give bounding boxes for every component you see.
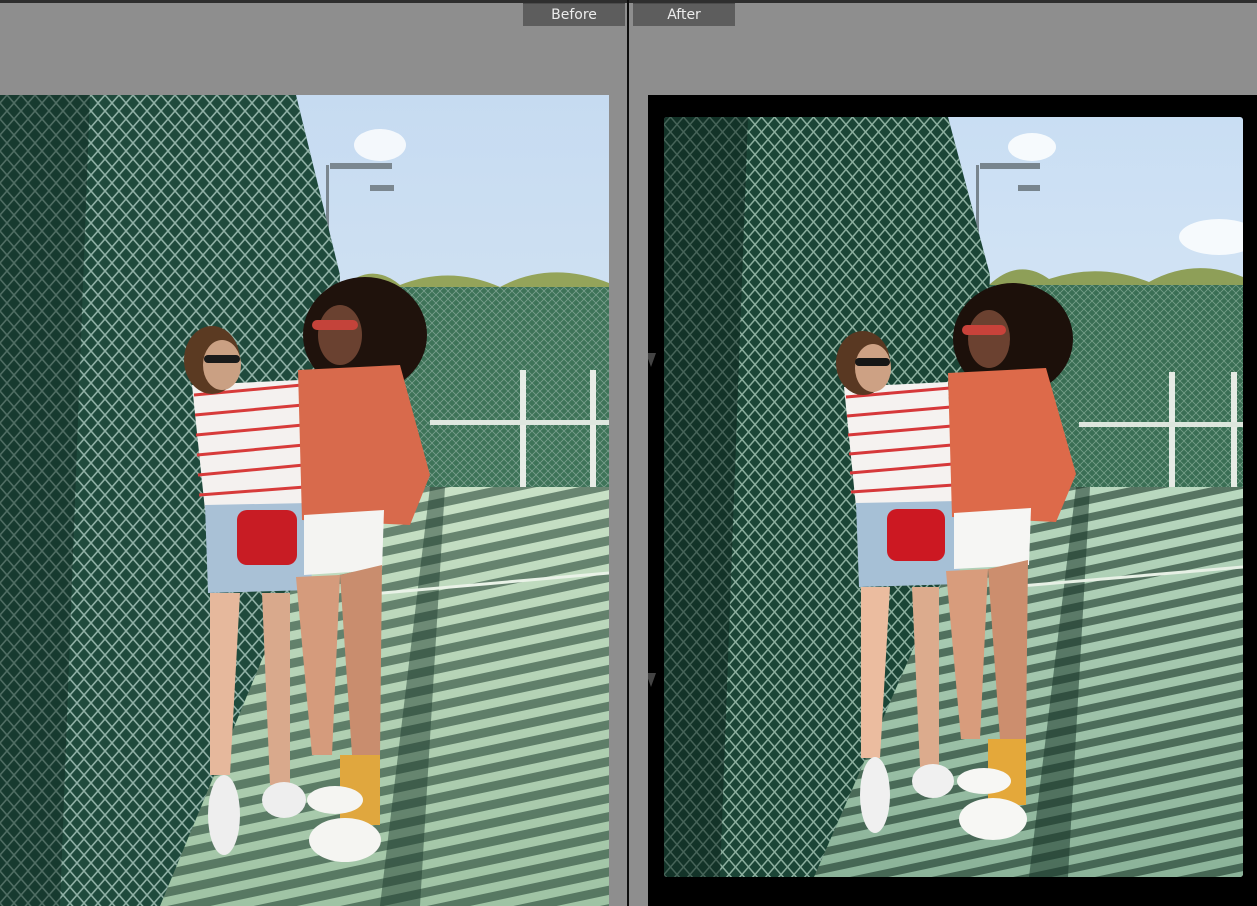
after-label: After [633,3,735,26]
film-notch-bottom [648,673,656,687]
after-film-frame [648,95,1257,906]
before-label: Before [523,3,625,26]
compare-view: Before After [0,0,1257,906]
film-notch-top [648,353,656,367]
before-photo [0,95,609,906]
after-photo [664,117,1243,877]
compare-divider[interactable] [627,0,629,906]
